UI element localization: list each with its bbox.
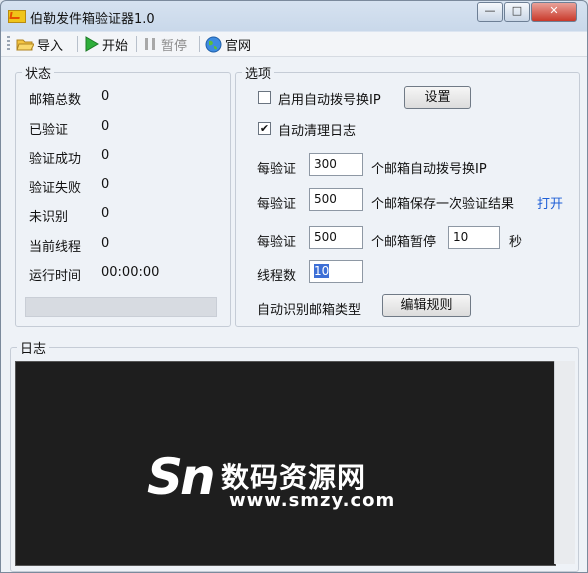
import-button[interactable]: 导入 xyxy=(16,35,64,54)
maximize-button[interactable]: □ xyxy=(504,2,530,22)
auto-clean-log-label: 自动清理日志 xyxy=(278,124,357,139)
auto-dial-checkbox[interactable] xyxy=(258,91,271,104)
threads-label: 线程数 xyxy=(257,269,297,284)
status-value: 00:00:00 xyxy=(101,265,160,280)
seconds-unit-label: 秒 xyxy=(509,235,523,250)
window-title: 伯勒发件箱验证器1.0 xyxy=(30,12,155,27)
auto-dial-label: 启用自动拨号换IP xyxy=(278,93,381,108)
log-legend: 日志 xyxy=(20,342,47,357)
toolbar: 导入 开始 暂停 官网 xyxy=(1,32,587,57)
per-verify-label: 每验证 xyxy=(257,197,297,212)
save-suffix-label: 个邮箱保存一次验证结果 xyxy=(371,197,515,212)
save-count-input[interactable]: 500 xyxy=(309,188,363,211)
status-label: 未识别 xyxy=(29,210,69,225)
edit-rules-button[interactable]: 编辑规则 xyxy=(382,294,471,317)
folder-open-icon xyxy=(16,39,34,51)
mail-app-icon xyxy=(8,10,26,23)
redial-count-input[interactable]: 300 xyxy=(309,153,363,176)
title-bar: 伯勒发件箱验证器1.0 — □ ✕ xyxy=(1,1,587,31)
main-window: 伯勒发件箱验证器1.0 — □ ✕ 导入 开始 暂停 官网 状态 邮箱总数 0 … xyxy=(0,0,588,573)
watermark-url: www.smzy.com xyxy=(229,490,396,511)
per-verify-label: 每验证 xyxy=(257,235,297,250)
status-label: 验证成功 xyxy=(29,152,82,167)
redial-suffix-label: 个邮箱自动拨号换IP xyxy=(371,162,487,177)
website-button[interactable]: 官网 xyxy=(205,35,252,54)
status-value: 0 xyxy=(101,206,110,221)
watermark-logo: Sn xyxy=(147,448,216,506)
import-label: 导入 xyxy=(37,38,64,54)
log-scrollbar[interactable] xyxy=(554,361,575,564)
threads-value: 10 xyxy=(314,264,330,278)
start-button[interactable]: 开始 xyxy=(83,35,129,54)
status-label: 当前线程 xyxy=(29,240,82,255)
watermark: Sn 数码资源网 www.smzy.com xyxy=(147,448,394,528)
open-results-link[interactable]: 打开 xyxy=(537,193,563,212)
auto-clean-log-checkbox[interactable]: ✔ xyxy=(258,122,271,135)
status-value: 0 xyxy=(101,148,110,163)
pause-seconds-input[interactable]: 10 xyxy=(448,226,500,249)
pause-count-input[interactable]: 500 xyxy=(309,226,363,249)
mail-type-label: 自动识别邮箱类型 xyxy=(257,303,362,318)
pause-button[interactable]: 暂停 xyxy=(142,35,188,54)
progress-bar xyxy=(25,297,217,317)
status-label: 运行时间 xyxy=(29,269,82,284)
pause-icon xyxy=(145,38,155,50)
status-legend: 状态 xyxy=(25,67,52,82)
start-label: 开始 xyxy=(102,38,129,54)
globe-icon xyxy=(205,36,222,52)
toolbar-separator xyxy=(77,36,78,52)
toolbar-grip xyxy=(7,36,10,52)
status-label: 邮箱总数 xyxy=(29,93,82,108)
play-icon xyxy=(85,36,99,52)
close-button[interactable]: ✕ xyxy=(531,2,577,22)
toolbar-separator xyxy=(199,36,200,52)
toolbar-separator xyxy=(136,36,137,52)
website-label: 官网 xyxy=(225,38,252,54)
options-legend: 选项 xyxy=(245,67,272,82)
status-label: 已验证 xyxy=(29,123,69,138)
minimize-button[interactable]: — xyxy=(477,2,503,22)
status-value: 0 xyxy=(101,236,110,251)
pause-suffix-label: 个邮箱暂停 xyxy=(371,235,437,250)
status-value: 0 xyxy=(101,89,110,104)
status-value: 0 xyxy=(101,119,110,134)
per-verify-label: 每验证 xyxy=(257,162,297,177)
dial-settings-button[interactable]: 设置 xyxy=(404,86,471,109)
threads-input[interactable]: 10 xyxy=(309,260,363,283)
status-label: 验证失败 xyxy=(29,181,82,196)
status-value: 0 xyxy=(101,177,110,192)
pause-label: 暂停 xyxy=(161,38,188,54)
